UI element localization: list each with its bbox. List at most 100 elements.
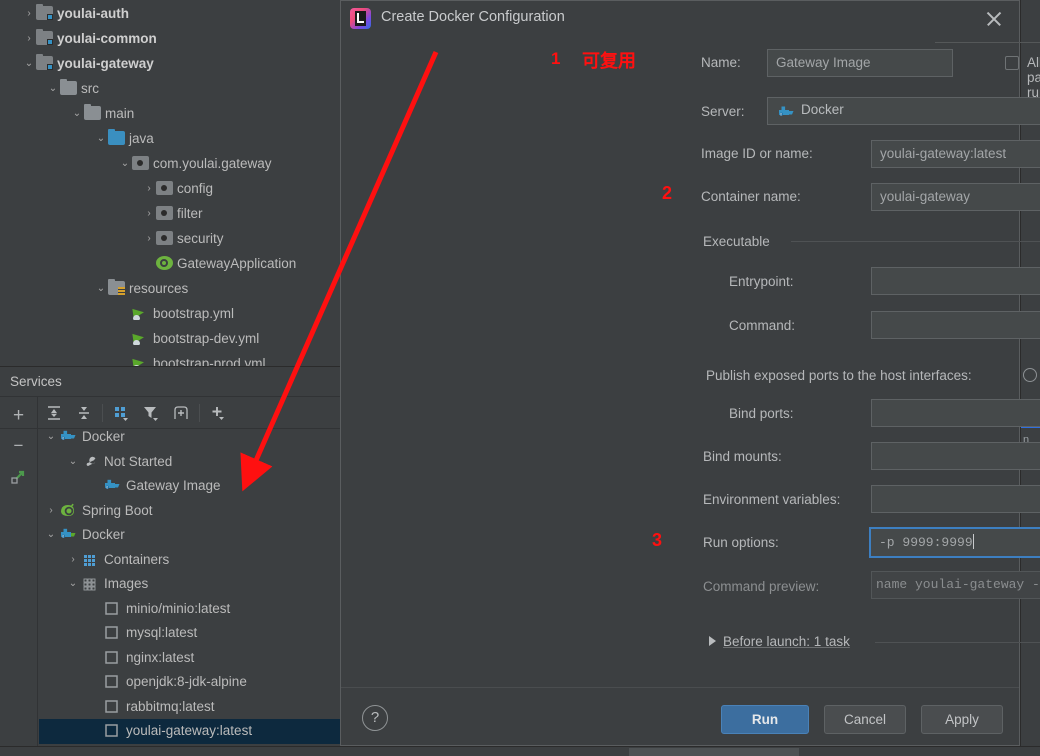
command-input[interactable]	[871, 311, 1040, 339]
chevron-down-icon[interactable]: ⌄	[65, 572, 81, 597]
help-button[interactable]: ?	[362, 705, 388, 731]
project-tree-item[interactable]: › filter	[0, 200, 340, 225]
services-tree-item[interactable]: minio/minio:latest	[39, 597, 340, 622]
chevron-right-icon[interactable]: ›	[22, 1, 36, 26]
containers-icon	[81, 551, 99, 566]
chevron-right-icon[interactable]: ›	[43, 499, 59, 524]
before-launch-label[interactable]: Before launch: 1 task	[723, 634, 850, 649]
add-button[interactable]	[203, 399, 233, 427]
project-tree-item[interactable]: › youlai-auth	[0, 0, 340, 25]
allow-parallel-run-checkbox[interactable]	[1005, 56, 1019, 70]
services-tree-item[interactable]: › Spring Boot	[39, 499, 340, 524]
container-name-input[interactable]: youlai-gateway	[871, 183, 1040, 211]
services-tree-item-label: rabbitmq:latest	[126, 698, 215, 714]
project-tree-item[interactable]: bootstrap-prod.yml	[0, 350, 340, 366]
project-tree-item[interactable]: › security	[0, 225, 340, 250]
services-tree-item[interactable]: ⌄ Not Started	[39, 450, 340, 475]
chevron-right-icon[interactable]: ›	[142, 201, 156, 226]
services-tree-item[interactable]: openjdk:8-jdk-alpine	[39, 670, 340, 695]
services-tree-item[interactable]: 0 Gateway Image	[39, 474, 340, 499]
run-button[interactable]: Run	[721, 705, 809, 734]
dialog-footer: ? Run Cancel Apply	[341, 687, 1019, 747]
chevron-down-icon[interactable]: ⌄	[46, 76, 60, 101]
filter-icon	[144, 406, 158, 421]
services-tree-item[interactable]: › Containers	[39, 548, 340, 573]
docker-icon: 0	[777, 105, 795, 119]
project-tree-item-label: java	[129, 130, 154, 146]
services-tree-item[interactable]: ⌄ 0 Docker	[39, 523, 340, 548]
intellij-idea-icon	[350, 8, 371, 29]
chevron-down-icon[interactable]: ⌄	[94, 276, 108, 301]
package-icon	[156, 231, 173, 245]
entrypoint-input[interactable]	[871, 267, 1040, 295]
close-icon[interactable]	[983, 8, 1005, 30]
name-input[interactable]: Gateway Image	[767, 49, 953, 77]
project-tree-item[interactable]: ⌄ resources	[0, 275, 340, 300]
services-tree-item[interactable]: ⌄ Images	[39, 572, 340, 597]
project-tree-item[interactable]: › youlai-common	[0, 25, 340, 50]
expand-window-button[interactable]	[4, 461, 34, 491]
services-tree-item-selected[interactable]: youlai-gateway:latest	[39, 719, 340, 744]
bind-ports-input[interactable]	[871, 399, 1040, 427]
package-icon	[132, 156, 149, 170]
remove-service-button[interactable]: −	[4, 431, 34, 461]
expand-all-button[interactable]	[39, 399, 69, 427]
chevron-down-icon[interactable]: ⌄	[70, 101, 84, 126]
chevron-right-icon[interactable]: ›	[65, 548, 81, 573]
project-tree-item[interactable]: › config	[0, 175, 340, 200]
services-tree-item-label: Images	[104, 576, 149, 591]
toolbar-separator-2	[199, 403, 200, 422]
svg-text:0: 0	[62, 437, 64, 441]
dialog-title: Create Docker Configuration	[381, 9, 565, 25]
image-id-input[interactable]: youlai-gateway:latest	[871, 140, 1040, 168]
services-tree[interactable]: ⌄ 0 Docker ⌄ Not Started 0 Gateway Image › Sprin…	[39, 428, 340, 747]
chevron-down-icon[interactable]: ⌄	[43, 523, 59, 548]
project-tree-item[interactable]: bootstrap-dev.yml	[0, 325, 340, 350]
chevron-down-icon[interactable]: ⌄	[65, 450, 81, 475]
project-tree-item[interactable]: GatewayApplication	[0, 250, 340, 275]
plus-icon	[212, 406, 224, 420]
apply-button[interactable]: Apply	[921, 705, 1003, 734]
cancel-button[interactable]: Cancel	[824, 705, 906, 734]
run-options-input[interactable]: -p 9999:9999	[869, 527, 1040, 558]
wrench-icon	[81, 453, 99, 467]
services-tree-item[interactable]: ⌄ 0 Docker	[39, 428, 340, 450]
env-vars-input[interactable]	[871, 485, 1040, 513]
module-icon	[36, 4, 53, 20]
chevron-down-icon[interactable]: ⌄	[94, 126, 108, 151]
chevron-down-icon[interactable]: ⌄	[22, 51, 36, 76]
bind-mounts-input[interactable]	[871, 442, 1040, 470]
services-tree-item[interactable]: mysql:latest	[39, 621, 340, 646]
server-combobox[interactable]: 0 Docker	[767, 97, 1040, 125]
expand-arrow-icon	[11, 470, 25, 484]
services-tree-item[interactable]: nginx:latest	[39, 646, 340, 671]
project-tree-item[interactable]: ⌄ src	[0, 75, 340, 100]
publish-all-radio[interactable]	[1023, 368, 1037, 382]
chevron-down-icon[interactable]: ⌄	[118, 151, 132, 176]
filter-button[interactable]	[136, 399, 166, 427]
project-tool-window[interactable]: › youlai-auth › youlai-common ⌄ youlai-gatewa…	[0, 0, 340, 366]
project-tree-item[interactable]: ⌄ com.youlai.gateway	[0, 150, 340, 175]
project-tree-item[interactable]: ⌄ java	[0, 125, 340, 150]
before-launch-expand-icon[interactable]	[709, 636, 716, 646]
chevron-right-icon[interactable]: ›	[142, 226, 156, 251]
project-tree-item-label: src	[81, 80, 99, 96]
chevron-down-icon[interactable]: ⌄	[43, 428, 59, 450]
services-tree-item-label: Gateway Image	[126, 478, 221, 493]
services-tree-item-label: nginx:latest	[126, 649, 195, 665]
chevron-right-icon[interactable]: ›	[22, 26, 36, 51]
allow-parallel-run-label[interactable]: Allow parallel run	[1027, 55, 1040, 100]
project-tree-item[interactable]: ⌄ main	[0, 100, 340, 125]
project-tree-item[interactable]: ⌄ youlai-gateway	[0, 50, 340, 75]
resources-icon	[108, 279, 125, 295]
server-label: Server:	[701, 104, 745, 119]
entrypoint-label: Entrypoint:	[729, 274, 794, 289]
chevron-right-icon[interactable]: ›	[142, 176, 156, 201]
services-tree-item[interactable]: rabbitmq:latest	[39, 695, 340, 720]
services-tool-window: Services + − ⌄ 0 Docker ⌄ Not Started 0 …	[0, 366, 340, 747]
project-tree-item[interactable]: bootstrap.yml	[0, 300, 340, 325]
group-by-button[interactable]	[106, 399, 136, 427]
bind-mounts-label: Bind mounts:	[703, 449, 782, 464]
collapse-all-button[interactable]	[69, 399, 99, 427]
new-tab-button[interactable]	[166, 399, 196, 427]
